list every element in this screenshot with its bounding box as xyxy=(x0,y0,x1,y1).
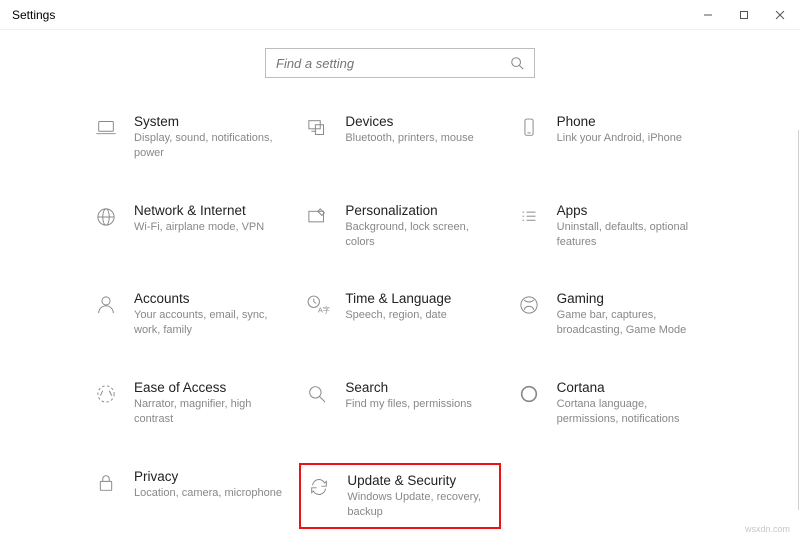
tile-desc: Uninstall, defaults, optional features xyxy=(557,220,707,250)
tile-title: Personalization xyxy=(345,203,495,218)
magnifier-icon xyxy=(303,380,331,408)
tile-desc: Find my files, permissions xyxy=(345,397,472,412)
watermark: wsxdn.com xyxy=(745,524,790,534)
tile-phone[interactable]: Phone Link your Android, iPhone xyxy=(511,108,712,167)
tile-privacy[interactable]: Privacy Location, camera, microphone xyxy=(88,463,289,530)
tile-desc: Background, lock screen, colors xyxy=(345,220,495,250)
search-box[interactable] xyxy=(265,48,535,78)
tile-apps[interactable]: Apps Uninstall, defaults, optional featu… xyxy=(511,197,712,256)
tile-network[interactable]: Network & Internet Wi-Fi, airplane mode,… xyxy=(88,197,289,256)
devices-icon xyxy=(303,114,331,142)
search-input[interactable] xyxy=(276,56,510,71)
maximize-button[interactable] xyxy=(726,0,762,30)
tile-cortana[interactable]: Cortana Cortana language, permissions, n… xyxy=(511,374,712,433)
search-row xyxy=(0,48,800,78)
tile-desc: Display, sound, notifications, power xyxy=(134,131,284,161)
tile-title: Search xyxy=(345,380,472,395)
scrollbar[interactable] xyxy=(798,130,799,510)
tile-devices[interactable]: Devices Bluetooth, printers, mouse xyxy=(299,108,500,167)
tile-desc: Speech, region, date xyxy=(345,308,451,323)
minimize-button[interactable] xyxy=(690,0,726,30)
tile-title: Apps xyxy=(557,203,707,218)
tile-title: Update & Security xyxy=(347,473,494,488)
tile-system[interactable]: System Display, sound, notifications, po… xyxy=(88,108,289,167)
tile-title: Network & Internet xyxy=(134,203,264,218)
tile-desc: Narrator, magnifier, high contrast xyxy=(134,397,284,427)
tile-accounts[interactable]: Accounts Your accounts, email, sync, wor… xyxy=(88,285,289,344)
close-button[interactable] xyxy=(762,0,798,30)
tile-desc: Wi-Fi, airplane mode, VPN xyxy=(134,220,264,235)
tile-desc: Bluetooth, printers, mouse xyxy=(345,131,473,146)
tile-ease-of-access[interactable]: Ease of Access Narrator, magnifier, high… xyxy=(88,374,289,433)
paint-icon xyxy=(303,203,331,231)
search-icon xyxy=(510,56,524,70)
tile-gaming[interactable]: Gaming Game bar, captures, broadcasting,… xyxy=(511,285,712,344)
tile-title: Accounts xyxy=(134,291,284,306)
tile-time-language[interactable]: A字 Time & Language Speech, region, date xyxy=(299,285,500,344)
tile-title: Ease of Access xyxy=(134,380,284,395)
tile-title: Devices xyxy=(345,114,473,129)
svg-text:A字: A字 xyxy=(318,306,330,315)
cortana-icon xyxy=(515,380,543,408)
update-sync-icon xyxy=(305,473,333,501)
tile-search[interactable]: Search Find my files, permissions xyxy=(299,374,500,433)
window-controls xyxy=(690,0,798,30)
lock-icon xyxy=(92,469,120,497)
ease-of-access-icon xyxy=(92,380,120,408)
globe-icon xyxy=(92,203,120,231)
apps-list-icon xyxy=(515,203,543,231)
phone-icon xyxy=(515,114,543,142)
tile-title: System xyxy=(134,114,284,129)
tile-personalization[interactable]: Personalization Background, lock screen,… xyxy=(299,197,500,256)
tile-update-security[interactable]: Update & Security Windows Update, recove… xyxy=(299,463,500,530)
tile-desc: Cortana language, permissions, notificat… xyxy=(557,397,707,427)
categories-grid: System Display, sound, notifications, po… xyxy=(0,108,800,529)
tile-desc: Windows Update, recovery, backup xyxy=(347,490,494,520)
tile-desc: Location, camera, microphone xyxy=(134,486,282,501)
titlebar: Settings xyxy=(0,0,800,30)
tile-title: Phone xyxy=(557,114,682,129)
tile-desc: Link your Android, iPhone xyxy=(557,131,682,146)
tile-title: Privacy xyxy=(134,469,282,484)
tile-title: Cortana xyxy=(557,380,707,395)
xbox-icon xyxy=(515,291,543,319)
person-icon xyxy=(92,291,120,319)
laptop-icon xyxy=(92,114,120,142)
window-title: Settings xyxy=(12,8,55,22)
tile-title: Time & Language xyxy=(345,291,451,306)
time-language-icon: A字 xyxy=(303,291,331,319)
tile-desc: Game bar, captures, broadcasting, Game M… xyxy=(557,308,707,338)
tile-title: Gaming xyxy=(557,291,707,306)
tile-desc: Your accounts, email, sync, work, family xyxy=(134,308,284,338)
